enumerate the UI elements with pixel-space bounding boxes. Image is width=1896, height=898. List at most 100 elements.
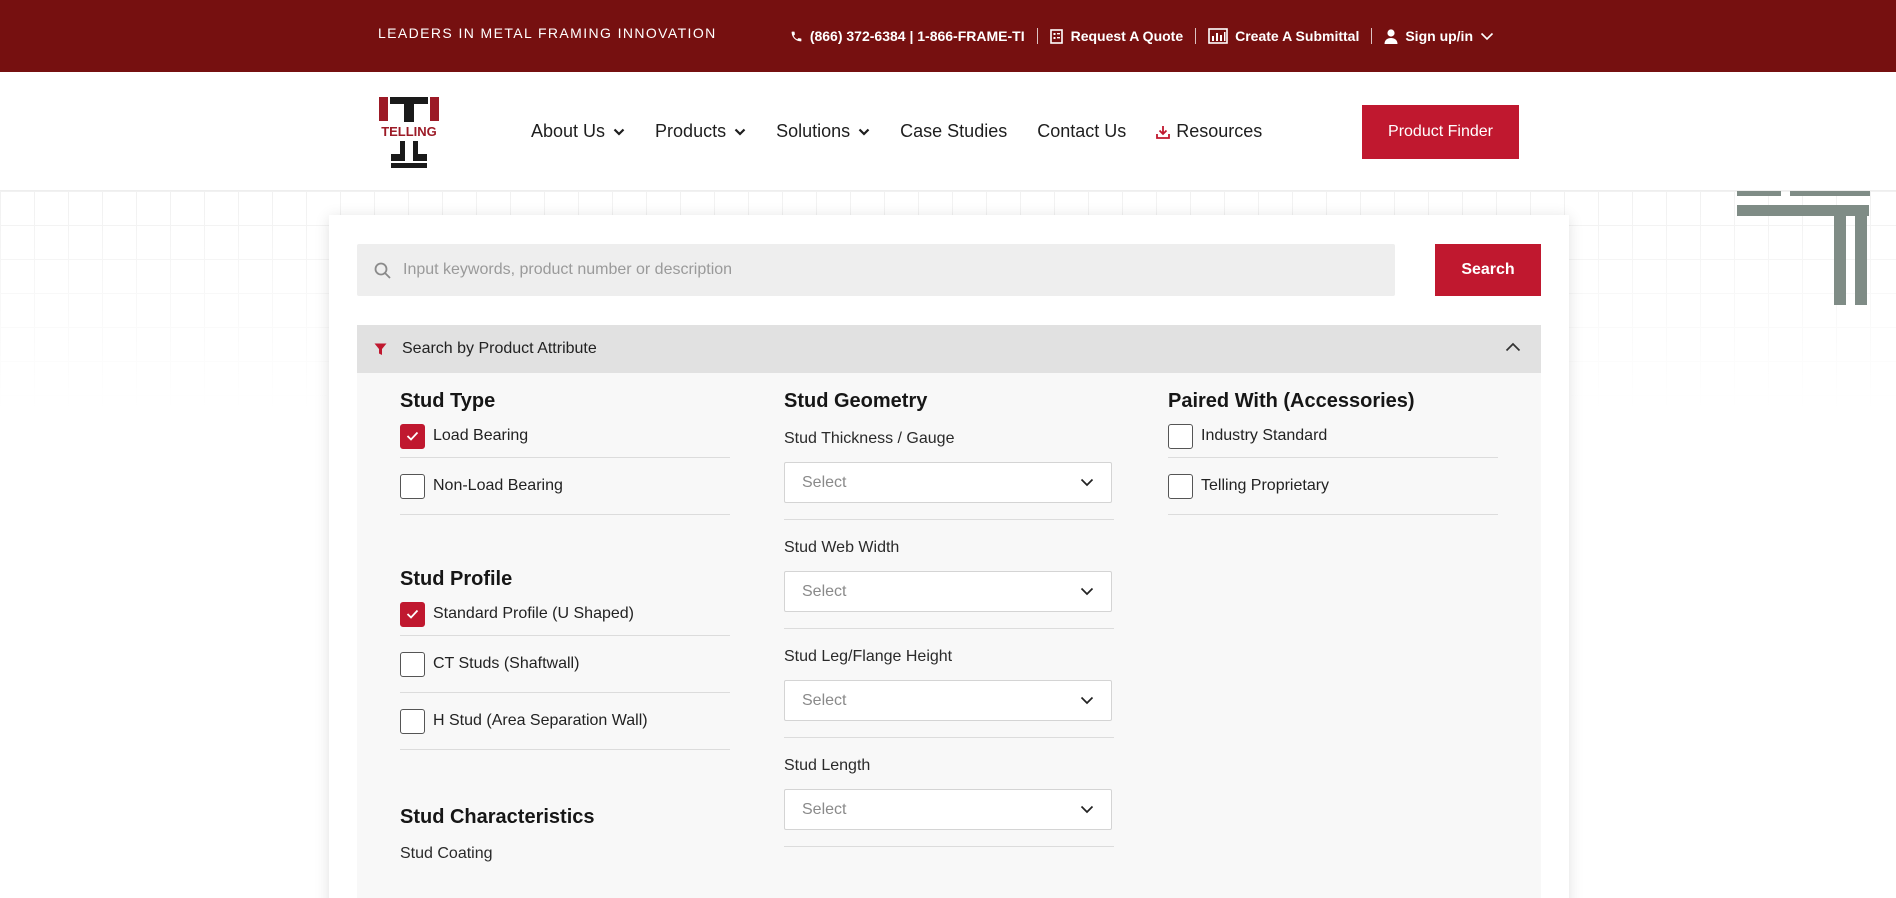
- attribute-column-middle: Stud Geometry Stud Thickness / Gauge Sel…: [784, 373, 1114, 847]
- attribute-panel-header[interactable]: Search by Product Attribute: [357, 325, 1541, 373]
- create-submittal-link[interactable]: Create A Submittal: [1195, 28, 1371, 44]
- checkbox-label: CT Studs (Shaftwall): [433, 655, 580, 672]
- check-icon: [406, 609, 419, 619]
- checkbox-unchecked[interactable]: [400, 473, 425, 499]
- chevron-down-icon: [1080, 805, 1094, 814]
- chevron-down-icon: [1080, 478, 1094, 487]
- tagline: LEADERS IN METAL FRAMING INNOVATION: [378, 25, 717, 41]
- nav-menu: About Us Products Solutions Case Studies…: [531, 72, 1262, 191]
- select-value: Select: [802, 800, 847, 818]
- stud-characteristics-title: Stud Characteristics: [400, 806, 595, 828]
- select-stud-web-width[interactable]: Select: [784, 571, 1112, 612]
- nav-products[interactable]: Products: [655, 121, 746, 142]
- attribute-column-right: Paired With (Accessories) Industry Stand…: [1168, 373, 1498, 515]
- checkbox-label: Industry Standard: [1201, 427, 1328, 444]
- field-label: Stud Leg/Flange Height: [784, 648, 953, 665]
- svg-text:TELLING: TELLING: [381, 124, 437, 139]
- checkbox-label: Non-Load Bearing: [433, 477, 563, 494]
- attribute-column-left: Stud Type Load Bearing Non-Load Bearing …: [400, 373, 730, 865]
- checkbox-load-bearing[interactable]: Load Bearing: [400, 415, 730, 458]
- stud-profile-title: Stud Profile: [400, 568, 513, 590]
- submittal-icon: [1208, 28, 1228, 44]
- request-quote-text: Request A Quote: [1070, 28, 1184, 44]
- main-nav: TELLING About Us Products Solutions Case…: [0, 72, 1896, 191]
- nav-contact-us-label: Contact Us: [1037, 121, 1127, 141]
- download-icon: [1156, 125, 1171, 139]
- stud-profile-options: Standard Profile (U Shaped) CT Studs (Sh…: [400, 593, 730, 750]
- stud-geometry-title: Stud Geometry: [784, 390, 928, 412]
- filter-icon: [374, 343, 387, 355]
- chevron-down-icon: [858, 128, 870, 136]
- field-stud-leg-height: Stud Leg/Flange Height Select: [784, 646, 1114, 738]
- field-label: Stud Web Width: [784, 539, 900, 556]
- select-stud-length[interactable]: Select: [784, 789, 1112, 830]
- field-stud-thickness: Stud Thickness / Gauge Select: [784, 428, 1114, 520]
- paired-with-title: Paired With (Accessories): [1168, 390, 1415, 412]
- user-icon: [1384, 28, 1398, 44]
- product-finder-card: Search Search by Product Attribute Stud …: [329, 215, 1569, 898]
- chevron-down-icon: [1080, 587, 1094, 596]
- field-label: Stud Length: [784, 757, 871, 774]
- chevron-up-icon: [1505, 342, 1521, 352]
- top-bar: LEADERS IN METAL FRAMING INNOVATION (866…: [0, 0, 1896, 72]
- checkbox-unchecked[interactable]: [1168, 423, 1193, 449]
- chevron-down-icon: [1480, 32, 1494, 40]
- chevron-down-icon: [613, 128, 625, 136]
- sign-in-link[interactable]: Sign up/in: [1371, 28, 1506, 44]
- nav-solutions-label: Solutions: [776, 121, 851, 141]
- checkbox-label: Standard Profile (U Shaped): [433, 605, 634, 622]
- nav-case-studies[interactable]: Case Studies: [900, 121, 1007, 142]
- chevron-down-icon: [1080, 696, 1094, 705]
- checkbox-unchecked[interactable]: [400, 708, 425, 734]
- stud-type-title: Stud Type: [400, 390, 496, 412]
- top-links: (866) 372-6384 | 1-866-FRAME-TI Request …: [778, 0, 1506, 72]
- checkbox-standard-profile[interactable]: Standard Profile (U Shaped): [400, 593, 730, 636]
- field-label: Stud Thickness / Gauge: [784, 430, 955, 447]
- nav-resources[interactable]: Resources: [1156, 121, 1262, 142]
- checkbox-unchecked[interactable]: [400, 651, 425, 677]
- checkbox-ct-studs[interactable]: CT Studs (Shaftwall): [400, 636, 730, 693]
- checkbox-non-load-bearing[interactable]: Non-Load Bearing: [400, 458, 730, 515]
- attribute-panel-title: Search by Product Attribute: [402, 340, 597, 357]
- logo-watermark: [1737, 191, 1870, 305]
- select-value: Select: [802, 582, 847, 600]
- check-icon: [406, 431, 419, 441]
- quote-icon: [1049, 28, 1063, 44]
- field-stud-web-width: Stud Web Width Select: [784, 537, 1114, 629]
- sign-in-text: Sign up/in: [1405, 28, 1473, 44]
- nav-solutions[interactable]: Solutions: [776, 121, 870, 142]
- checkbox-checked[interactable]: [400, 423, 425, 449]
- search-icon: [374, 262, 391, 279]
- checkbox-label: Telling Proprietary: [1201, 477, 1330, 494]
- checkbox-unchecked[interactable]: [1168, 473, 1193, 499]
- checkbox-h-stud[interactable]: H Stud (Area Separation Wall): [400, 693, 730, 750]
- phone-icon: [791, 31, 802, 41]
- stud-coating-label: Stud Coating: [400, 845, 493, 862]
- phone-link[interactable]: (866) 372-6384 | 1-866-FRAME-TI: [778, 28, 1037, 44]
- attribute-panel: Search by Product Attribute Stud Type Lo…: [357, 325, 1541, 898]
- request-quote-link[interactable]: Request A Quote: [1036, 28, 1196, 44]
- select-stud-thickness[interactable]: Select: [784, 462, 1112, 503]
- checkbox-industry-standard[interactable]: Industry Standard: [1168, 415, 1498, 458]
- product-finder-button[interactable]: Product Finder: [1362, 105, 1519, 159]
- select-stud-leg-height[interactable]: Select: [784, 680, 1112, 721]
- checkbox-telling-proprietary[interactable]: Telling Proprietary: [1168, 458, 1498, 515]
- nav-products-label: Products: [655, 121, 727, 141]
- nav-about-us-label: About Us: [531, 121, 606, 141]
- telling-logo[interactable]: TELLING: [378, 96, 440, 168]
- phone-text: (866) 372-6384 | 1-866-FRAME-TI: [809, 28, 1025, 44]
- field-stud-length: Stud Length Select: [784, 755, 1114, 847]
- search-button[interactable]: Search: [1435, 244, 1541, 296]
- create-submittal-text: Create A Submittal: [1235, 28, 1360, 44]
- select-value: Select: [802, 691, 847, 709]
- nav-contact-us[interactable]: Contact Us: [1037, 121, 1126, 142]
- nav-about-us[interactable]: About Us: [531, 121, 625, 142]
- checkbox-label: Load Bearing: [433, 427, 529, 444]
- stud-type-options: Load Bearing Non-Load Bearing: [400, 415, 730, 515]
- chevron-down-icon: [734, 128, 746, 136]
- checkbox-label: H Stud (Area Separation Wall): [433, 712, 648, 729]
- select-value: Select: [802, 473, 847, 491]
- checkbox-checked[interactable]: [400, 601, 425, 627]
- search-input[interactable]: [403, 261, 1363, 279]
- nav-resources-label: Resources: [1176, 121, 1263, 141]
